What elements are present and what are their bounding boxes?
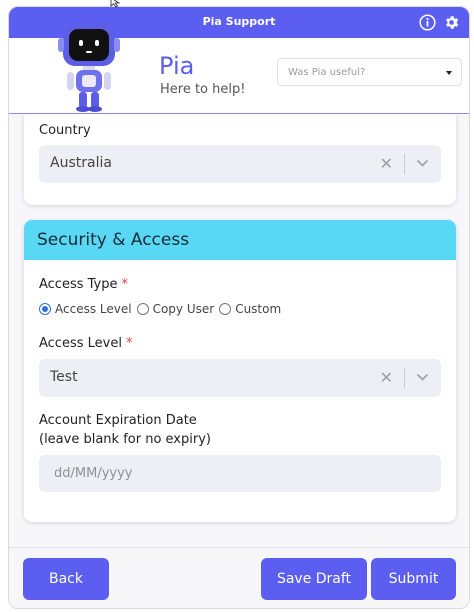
- security-card: Security & Access Access Type * Access Le…: [24, 220, 456, 522]
- chevron-down-icon[interactable]: [416, 373, 429, 382]
- clear-icon[interactable]: ✕: [380, 154, 393, 173]
- feedback-dropdown[interactable]: Was Pia useful?: [277, 58, 462, 86]
- radio-label: Custom: [235, 302, 282, 316]
- submit-button[interactable]: Submit: [371, 558, 456, 600]
- access-type-text: Access Type: [39, 277, 118, 292]
- gear-icon[interactable]: [441, 12, 461, 32]
- access-level-label: Access Level *: [39, 336, 132, 351]
- assistant-header: Pia Here to help! Was Pia useful?: [9, 24, 469, 114]
- access-level-value: Test: [50, 369, 78, 385]
- radio-custom[interactable]: Custom: [219, 302, 281, 316]
- security-section-title: Security & Access: [24, 220, 456, 260]
- required-mark: *: [121, 277, 129, 292]
- footer-bar: Back Save Draft Submit: [9, 547, 469, 608]
- robot-avatar: [58, 24, 120, 112]
- save-draft-button[interactable]: Save Draft: [261, 558, 367, 600]
- select-divider: [404, 368, 405, 388]
- chevron-down-icon[interactable]: [416, 159, 429, 168]
- country-label: Country: [39, 123, 91, 138]
- support-widget: Pia Support Pia Here to help! Was Pia us…: [8, 6, 470, 609]
- access-type-label: Access Type *: [39, 277, 128, 292]
- radio-label: Copy User: [152, 302, 215, 316]
- feedback-placeholder: Was Pia useful?: [288, 67, 366, 78]
- radio-label: Access Level: [55, 302, 132, 316]
- expiry-date-input[interactable]: [39, 455, 441, 492]
- radio-selected-icon[interactable]: [39, 303, 51, 315]
- clear-icon[interactable]: ✕: [380, 368, 393, 387]
- location-card: Country Australia ✕: [24, 115, 456, 205]
- access-level-text: Access Level: [39, 336, 122, 351]
- radio-icon[interactable]: [219, 303, 232, 315]
- back-button[interactable]: Back: [23, 558, 109, 600]
- required-mark: *: [125, 336, 133, 351]
- radio-icon[interactable]: [136, 303, 149, 315]
- form-scroll-area[interactable]: Country Australia ✕ Security & Access Ac…: [9, 115, 469, 547]
- country-select[interactable]: Australia ✕: [39, 145, 441, 183]
- mouse-cursor-icon: [110, 0, 121, 8]
- radio-access-level[interactable]: Access Level: [39, 302, 132, 316]
- access-level-select[interactable]: Test ✕: [39, 359, 441, 397]
- info-icon[interactable]: [417, 12, 437, 32]
- select-divider: [404, 154, 405, 174]
- caret-down-icon: [446, 71, 452, 75]
- access-type-group: Access Level Copy User Custom: [39, 302, 286, 316]
- expiry-hint: (leave blank for no expiry): [39, 432, 211, 447]
- country-value: Australia: [50, 155, 112, 171]
- radio-copy-user[interactable]: Copy User: [136, 302, 215, 316]
- assistant-name: Pia: [159, 52, 195, 80]
- assistant-tagline: Here to help!: [160, 82, 246, 97]
- expiry-label: Account Expiration Date: [39, 413, 197, 428]
